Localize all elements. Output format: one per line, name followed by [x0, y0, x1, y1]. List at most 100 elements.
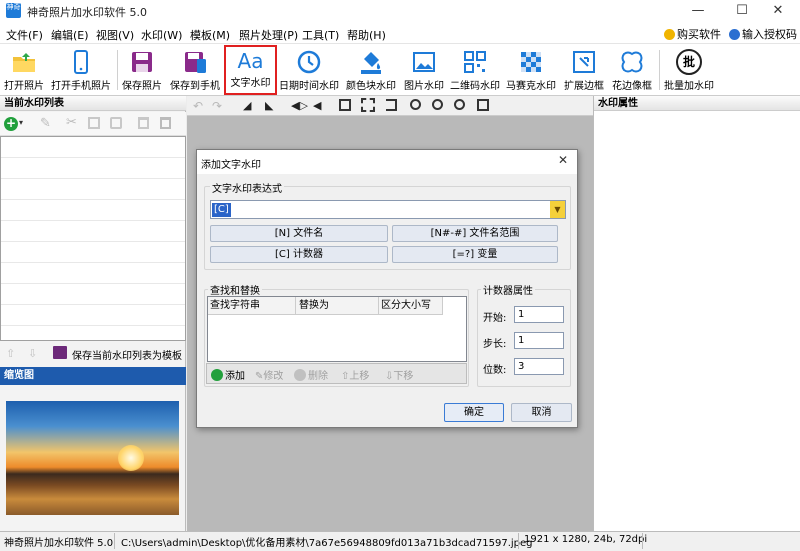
- frame-icon[interactable]: [386, 99, 397, 111]
- column-replace[interactable]: 替换为: [296, 297, 379, 315]
- column-find[interactable]: 查找字符串: [208, 297, 296, 315]
- move-rule-up-button[interactable]: ⇧上移: [341, 367, 369, 382]
- minimize-button[interactable]: —: [676, 0, 720, 22]
- datetime-watermark-button[interactable]: 日期时间水印: [279, 47, 339, 93]
- toolbar-separator: [659, 50, 660, 90]
- menu-template[interactable]: 模板(M): [190, 27, 230, 43]
- batch-watermark-button[interactable]: 批 批量加水印: [662, 47, 716, 93]
- find-replace-toolbar: [206, 363, 467, 384]
- menu-view[interactable]: 视图(V): [96, 27, 134, 43]
- batch-watermark-label: 批量加水印: [664, 81, 714, 92]
- add-circle-icon: [211, 369, 223, 381]
- move-up-label: 上移: [349, 371, 370, 382]
- expression-input[interactable]: [210, 200, 566, 219]
- save-template-link[interactable]: 保存当前水印列表为模板: [72, 347, 182, 362]
- list-row-line: [1, 241, 185, 242]
- menu-help[interactable]: 帮助(H): [347, 27, 386, 43]
- watermark-list[interactable]: [0, 136, 186, 341]
- insert-variable-button[interactable]: [=?] 变量: [392, 246, 558, 263]
- edit-pencil-icon[interactable]: ✎: [40, 116, 51, 131]
- image-icon: [413, 52, 435, 72]
- edit-rule-button[interactable]: ✎修改: [255, 367, 283, 382]
- add-dropdown-icon[interactable]: ▾: [19, 118, 23, 127]
- delete-icon[interactable]: [138, 117, 149, 129]
- menu-photo[interactable]: 照片处理(P): [239, 27, 298, 43]
- paste-icon[interactable]: [110, 117, 122, 129]
- ok-button[interactable]: 确定: [444, 403, 504, 422]
- text-watermark-label: 文字水印: [230, 78, 271, 89]
- start-input[interactable]: 1: [514, 306, 564, 323]
- column-case-sensitive[interactable]: 区分大小写: [379, 297, 443, 315]
- add-rule-button[interactable]: 添加: [211, 367, 245, 382]
- expression-group-label: 文字水印表达式: [210, 180, 284, 195]
- digits-label: 位数:: [483, 365, 507, 376]
- step-input[interactable]: 1: [514, 332, 564, 349]
- qrcode-watermark-label: 二维码水印: [450, 81, 500, 92]
- delete-rule-label: 删除: [308, 371, 328, 382]
- expand-border-button[interactable]: 扩展边框: [561, 47, 607, 93]
- crop-icon[interactable]: [361, 98, 375, 112]
- open-photo-button[interactable]: 打开照片: [2, 47, 46, 93]
- menu-edit[interactable]: 编辑(E): [51, 27, 89, 43]
- add-watermark-icon[interactable]: +: [4, 117, 18, 131]
- cut-icon[interactable]: ✂: [66, 115, 77, 130]
- window-title: 神奇照片加水印软件 5.0: [27, 6, 147, 19]
- digits-input[interactable]: 3: [514, 358, 564, 375]
- copy-icon[interactable]: [88, 117, 100, 129]
- rotate-left-icon[interactable]: ◢: [243, 99, 251, 112]
- mosaic-icon: [521, 52, 541, 72]
- mosaic-watermark-button[interactable]: 马赛克水印: [504, 47, 558, 93]
- open-photo-label: 打开照片: [4, 81, 44, 92]
- sun-shape: [118, 445, 144, 471]
- zoom-out-icon[interactable]: [432, 99, 443, 110]
- save-to-phone-button[interactable]: 保存到手机: [168, 47, 222, 93]
- thumbnail-title: 缩览图: [0, 367, 186, 385]
- menu-watermark[interactable]: 水印(W): [141, 27, 182, 43]
- menu-tools[interactable]: 工具(T): [302, 27, 339, 43]
- insert-counter-button[interactable]: [C] 计数器: [210, 246, 388, 263]
- delete-circle-icon: [294, 369, 306, 381]
- right-panel: [593, 96, 800, 531]
- expression-dropdown-button[interactable]: ▼: [550, 201, 565, 218]
- flower-frame-icon: [621, 51, 643, 73]
- open-phone-photo-label: 打开手机照片: [51, 81, 111, 92]
- buy-software-link[interactable]: 购买软件: [664, 26, 721, 42]
- move-down-icon[interactable]: ⇩: [28, 347, 37, 360]
- text-watermark-button[interactable]: Aa 文字水印: [224, 45, 277, 95]
- redo-icon[interactable]: ↷: [212, 99, 222, 113]
- insert-filename-range-button[interactable]: [N#-#] 文件名范围: [392, 225, 558, 242]
- flip-vertical-icon[interactable]: ◀: [313, 99, 321, 112]
- move-up-icon[interactable]: ⇧: [6, 347, 15, 360]
- open-phone-photo-button[interactable]: 打开手机照片: [48, 47, 114, 93]
- zoom-in-icon[interactable]: [410, 99, 421, 110]
- delete-rule-button[interactable]: 删除: [294, 367, 328, 382]
- clear-icon[interactable]: [160, 117, 171, 129]
- menu-file[interactable]: 文件(F): [6, 27, 43, 43]
- flip-horizontal-icon[interactable]: ◀▷: [291, 99, 308, 112]
- license-label: 输入授权码: [742, 28, 797, 41]
- undo-icon[interactable]: ↶: [193, 99, 203, 113]
- zoom-actual-icon[interactable]: [454, 99, 465, 110]
- qrcode-watermark-button[interactable]: 二维码水印: [449, 47, 501, 93]
- status-separator: [642, 533, 643, 549]
- cancel-button[interactable]: 取消: [511, 403, 572, 422]
- fit-canvas-icon[interactable]: [339, 99, 351, 111]
- rotate-right-icon[interactable]: ◣: [265, 99, 273, 112]
- user-icon: [729, 29, 740, 40]
- status-image-info: 1921 x 1280, 24b, 72dpi: [524, 534, 648, 545]
- zoom-fit-icon[interactable]: [477, 99, 489, 111]
- enter-license-link[interactable]: 输入授权码: [729, 26, 797, 42]
- list-row-line: [1, 220, 185, 221]
- text-aa-icon: Aa: [237, 49, 264, 73]
- dialog-close-button[interactable]: ✕: [558, 153, 568, 167]
- image-watermark-button[interactable]: 图片水印: [402, 47, 446, 93]
- watermark-properties-title: 水印属性: [594, 96, 800, 111]
- save-photo-button[interactable]: 保存照片: [120, 47, 164, 93]
- list-row-line: [1, 157, 185, 158]
- move-rule-down-button[interactable]: ⇩下移: [385, 367, 413, 382]
- edit-rule-label: 修改: [263, 371, 284, 382]
- close-button[interactable]: ✕: [756, 0, 800, 22]
- color-block-watermark-button[interactable]: 颜色块水印: [342, 47, 400, 93]
- flower-frame-button[interactable]: 花边像框: [609, 47, 655, 93]
- insert-filename-button[interactable]: [N] 文件名: [210, 225, 388, 242]
